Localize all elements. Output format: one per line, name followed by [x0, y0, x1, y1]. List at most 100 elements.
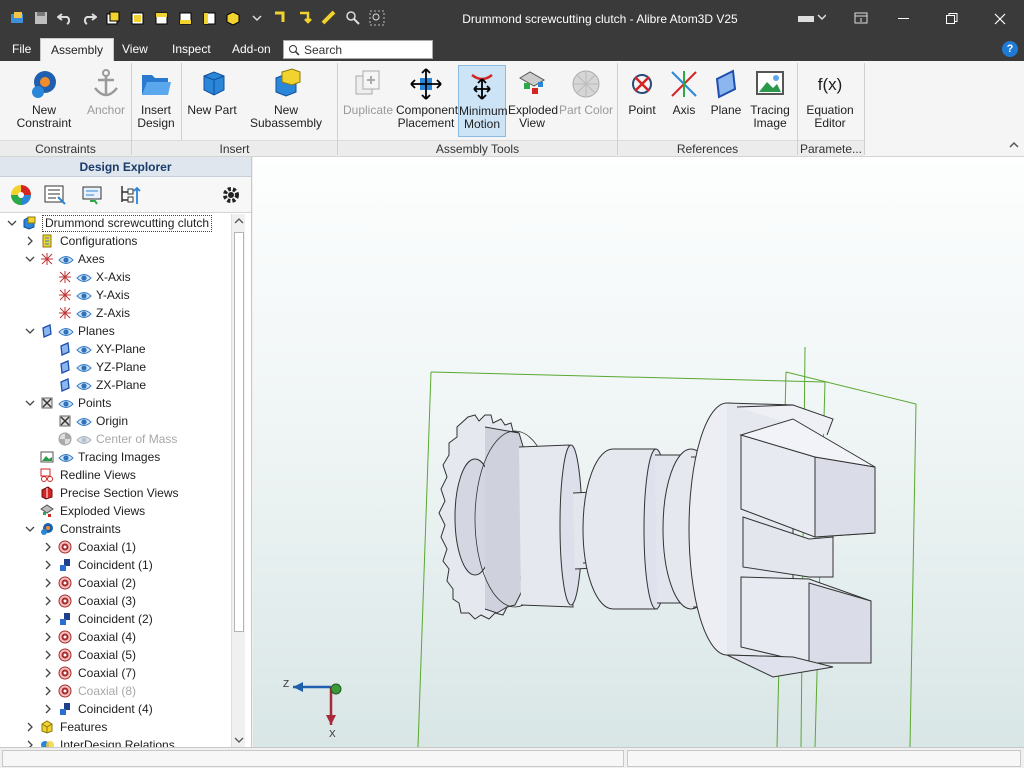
equation-editor-button[interactable]: f(x) Equation Editor	[802, 65, 858, 137]
duplicate-button[interactable]: Duplicate	[342, 65, 394, 137]
measure-icon[interactable]	[320, 9, 338, 27]
select-filter-icon[interactable]	[296, 9, 314, 27]
expand-chevron-icon[interactable]	[42, 538, 54, 556]
insert-design-button[interactable]: Insert Design	[134, 65, 178, 137]
anchor-button[interactable]: Anchor	[86, 65, 126, 137]
tree-item-zx-plane[interactable]: ZX-Plane	[0, 376, 230, 394]
axis-button[interactable]: Axis	[664, 65, 704, 137]
qat-dropdown-icon[interactable]	[248, 9, 266, 27]
tab-file[interactable]: File	[2, 38, 41, 61]
tree-item-coaxial-8[interactable]: Coaxial (8)	[0, 682, 230, 700]
account-menu-icon[interactable]	[798, 12, 827, 27]
visibility-eye-icon[interactable]	[76, 343, 92, 355]
visibility-eye-icon[interactable]	[58, 397, 74, 409]
view-top-icon[interactable]	[152, 9, 170, 27]
tree-item-coaxial-1[interactable]: Coaxial (1)	[0, 538, 230, 556]
close-window-button[interactable]	[976, 0, 1024, 38]
tree-item-points[interactable]: Points	[0, 394, 230, 412]
3d-viewport[interactable]: Z X	[253, 157, 1024, 747]
properties-list-icon[interactable]	[42, 182, 68, 208]
undo-icon[interactable]	[56, 9, 74, 27]
expand-chevron-icon[interactable]	[42, 700, 54, 718]
tree-item-coaxial-2[interactable]: Coaxial (2)	[0, 574, 230, 592]
save-icon[interactable]	[32, 9, 50, 27]
visibility-eye-icon[interactable]	[76, 289, 92, 301]
tree-item-drummond-screwcutting-clutch[interactable]: Drummond screwcutting clutch	[0, 214, 230, 232]
scroll-down-icon[interactable]	[234, 736, 244, 744]
collapse-chevron-icon[interactable]	[6, 214, 18, 232]
collapse-chevron-icon[interactable]	[24, 394, 36, 412]
expand-chevron-icon[interactable]	[42, 664, 54, 682]
tree-item-origin[interactable]: Origin	[0, 412, 230, 430]
zoom-icon[interactable]	[344, 9, 362, 27]
app-logo-icon[interactable]	[8, 9, 26, 27]
view-front-icon[interactable]	[104, 9, 122, 27]
expand-chevron-icon[interactable]	[42, 628, 54, 646]
color-wheel-icon[interactable]	[8, 182, 34, 208]
visibility-eye-icon[interactable]	[76, 307, 92, 319]
tree-item-exploded-views[interactable]: Exploded Views	[0, 502, 230, 520]
new-constraint-button[interactable]: New Constraint	[4, 65, 84, 137]
tracing-image-button[interactable]: Tracing Image	[748, 65, 792, 137]
tab-assembly[interactable]: Assembly	[40, 38, 115, 61]
view-iso-icon[interactable]	[224, 9, 242, 27]
tree-item-coaxial-7[interactable]: Coaxial (7)	[0, 664, 230, 682]
expand-chevron-icon[interactable]	[42, 682, 54, 700]
expand-chevron-icon[interactable]	[42, 610, 54, 628]
tree-item-tracing-images[interactable]: Tracing Images	[0, 448, 230, 466]
visibility-eye-icon[interactable]	[76, 271, 92, 283]
tree-item-precise-section-views[interactable]: Precise Section Views	[0, 484, 230, 502]
scroll-up-icon[interactable]	[234, 217, 244, 225]
visibility-eye-icon[interactable]	[58, 451, 74, 463]
tree-item-coincident-4[interactable]: Coincident (4)	[0, 700, 230, 718]
tree-item-coincident-1[interactable]: Coincident (1)	[0, 556, 230, 574]
visibility-eye-icon[interactable]	[76, 415, 92, 427]
tree-scrollbar[interactable]	[231, 214, 245, 747]
visibility-eye-icon[interactable]	[58, 325, 74, 337]
tree-item-axes[interactable]: Axes	[0, 250, 230, 268]
tree-item-planes[interactable]: Planes	[0, 322, 230, 340]
tree-item-x-axis[interactable]: X-Axis	[0, 268, 230, 286]
expand-chevron-icon[interactable]	[24, 232, 36, 250]
collapse-ribbon-icon[interactable]	[1008, 139, 1020, 153]
exploded-view-button[interactable]: Exploded View	[508, 65, 558, 137]
visibility-eye-icon[interactable]	[58, 253, 74, 265]
scrollbar-thumb[interactable]	[234, 232, 244, 632]
tree-item-coincident-2[interactable]: Coincident (2)	[0, 610, 230, 628]
redo-icon[interactable]	[80, 9, 98, 27]
plane-button[interactable]: Plane	[706, 65, 746, 137]
tab-view[interactable]: View	[112, 38, 158, 61]
expand-chevron-icon[interactable]	[24, 718, 36, 736]
tree-sort-icon[interactable]	[117, 182, 143, 208]
display-filter-icon[interactable]	[80, 182, 106, 208]
model-view[interactable]: Z X	[253, 157, 1024, 747]
tree-item-xy-plane[interactable]: XY-Plane	[0, 340, 230, 358]
new-part-button[interactable]: New Part	[186, 65, 238, 137]
tree-item-yz-plane[interactable]: YZ-Plane	[0, 358, 230, 376]
dog-clutch-part[interactable]	[688, 402, 876, 678]
new-subassembly-button[interactable]: New Subassembly	[240, 65, 332, 137]
tree-item-center-of-mass[interactable]: Center of Mass	[0, 430, 230, 448]
tree-item-coaxial-4[interactable]: Coaxial (4)	[0, 628, 230, 646]
visibility-eye-icon[interactable]	[76, 433, 92, 445]
help-icon[interactable]: ?	[1002, 41, 1018, 57]
tree-item-coaxial-5[interactable]: Coaxial (5)	[0, 646, 230, 664]
expand-chevron-icon[interactable]	[42, 556, 54, 574]
tree-item-interdesign-relations[interactable]: InterDesign Relations	[0, 736, 230, 747]
ribbon-display-icon[interactable]	[854, 12, 868, 27]
restore-button[interactable]	[928, 0, 976, 38]
component-placement-button[interactable]: Component Placement	[396, 65, 458, 137]
visibility-eye-icon[interactable]	[76, 361, 92, 373]
expand-chevron-icon[interactable]	[42, 592, 54, 610]
collapse-chevron-icon[interactable]	[24, 520, 36, 538]
minimum-motion-button[interactable]: Minimum Motion	[458, 65, 508, 137]
tree-item-coaxial-3[interactable]: Coaxial (3)	[0, 592, 230, 610]
collapse-chevron-icon[interactable]	[24, 322, 36, 340]
visibility-eye-icon[interactable]	[76, 379, 92, 391]
expand-chevron-icon[interactable]	[42, 574, 54, 592]
view-left-icon[interactable]	[200, 9, 218, 27]
tree-item-y-axis[interactable]: Y-Axis	[0, 286, 230, 304]
tree-item-redline-views[interactable]: Redline Views	[0, 466, 230, 484]
tab-add-on[interactable]: Add-on	[222, 38, 281, 61]
expand-chevron-icon[interactable]	[42, 646, 54, 664]
